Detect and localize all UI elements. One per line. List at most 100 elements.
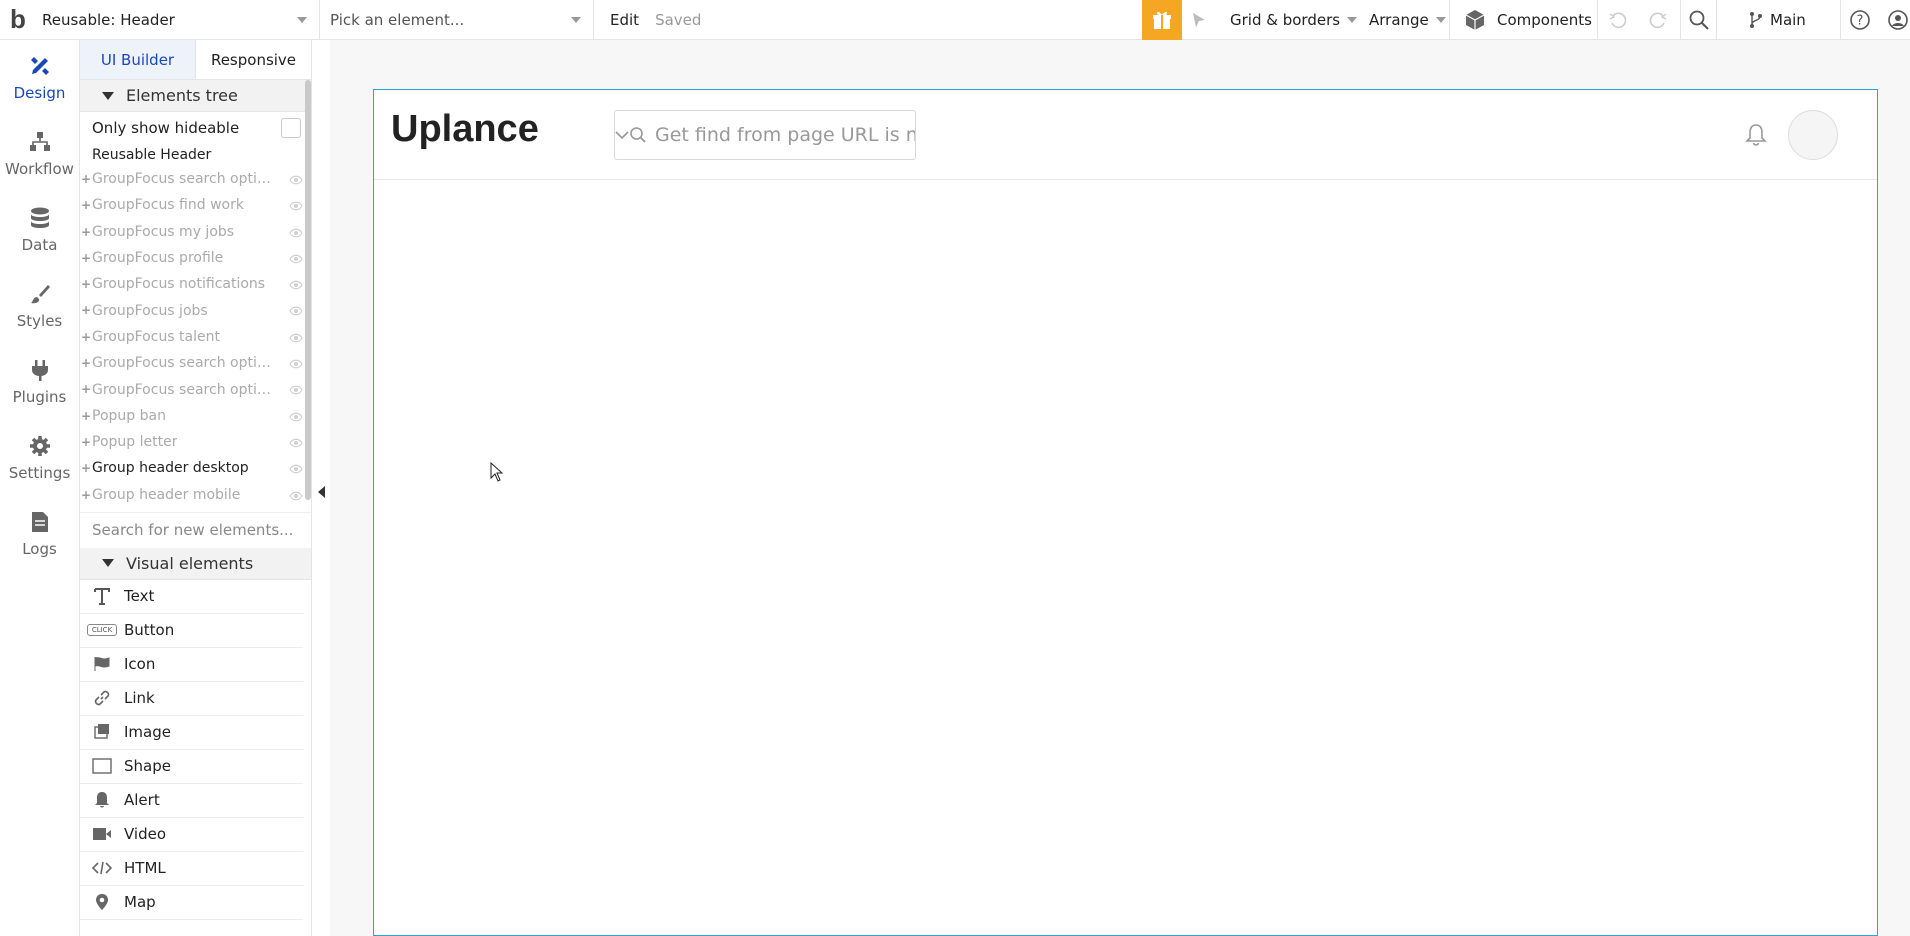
- brand-logo-text[interactable]: Uplance: [391, 108, 539, 151]
- nav-design-label: Design: [13, 84, 66, 102]
- help-button[interactable]: ?: [1849, 0, 1871, 40]
- only-hideable-row: Only show hideable: [80, 112, 311, 144]
- collapse-panel-icon[interactable]: [318, 486, 325, 498]
- reusable-header-element[interactable]: Uplance Get find from page URL is no: [373, 89, 1878, 936]
- components-button[interactable]: Components: [1463, 0, 1592, 40]
- tree-item-label: GroupFocus search option...: [92, 171, 277, 188]
- tree-root-item[interactable]: Reusable Header: [80, 144, 311, 166]
- nav-workflow-label: Workflow: [5, 160, 74, 178]
- tree-item[interactable]: + GroupFocus search option...: [80, 350, 311, 376]
- elements-tree-header[interactable]: Elements tree: [80, 80, 311, 112]
- tree-item[interactable]: + Group header mobile: [80, 482, 311, 508]
- expand-plus-icon[interactable]: +: [81, 172, 91, 186]
- edit-menu[interactable]: Edit: [600, 11, 649, 29]
- plug-icon: [31, 360, 48, 381]
- visual-element-button[interactable]: CLICK Button: [80, 614, 303, 648]
- eye-icon[interactable]: [289, 410, 303, 426]
- eye-icon[interactable]: [289, 199, 303, 215]
- eye-icon[interactable]: [289, 436, 303, 452]
- expand-plus-icon[interactable]: +: [81, 461, 91, 475]
- eye-icon[interactable]: [289, 331, 303, 347]
- element-picker-dropdown[interactable]: Pick an element...: [320, 0, 594, 40]
- expand-plus-icon[interactable]: +: [81, 330, 91, 344]
- page-selector-dropdown[interactable]: Reusable: Header: [36, 0, 320, 40]
- visual-element-alert[interactable]: Alert: [80, 784, 303, 818]
- gift-button[interactable]: [1142, 0, 1182, 40]
- chevron-down-icon: [571, 16, 581, 23]
- arrange-dropdown[interactable]: Arrange: [1369, 0, 1446, 40]
- tree-item-label: GroupFocus find work: [92, 197, 244, 214]
- expand-plus-icon[interactable]: +: [81, 488, 91, 502]
- expand-plus-icon[interactable]: +: [81, 356, 91, 370]
- eye-icon[interactable]: [289, 278, 303, 294]
- expand-plus-icon[interactable]: +: [81, 251, 91, 265]
- eye-icon[interactable]: [289, 383, 303, 399]
- eye-icon[interactable]: [289, 357, 303, 373]
- nav-settings[interactable]: Settings: [0, 420, 79, 496]
- header-search-input[interactable]: Get find from page URL is no: [614, 110, 916, 160]
- user-avatar-icon: [1888, 10, 1908, 30]
- nav-design[interactable]: Design: [0, 40, 79, 116]
- tree-item[interactable]: + GroupFocus find work: [80, 192, 311, 218]
- search-button[interactable]: [1688, 0, 1710, 40]
- bubble-logo[interactable]: b: [0, 0, 36, 40]
- tree-item[interactable]: + GroupFocus profile: [80, 245, 311, 271]
- nav-workflow[interactable]: Workflow: [0, 116, 79, 192]
- tab-responsive[interactable]: Responsive: [195, 40, 311, 79]
- visual-element-map[interactable]: Map: [80, 886, 303, 920]
- eye-icon[interactable]: [289, 489, 303, 505]
- eye-icon[interactable]: [289, 462, 303, 478]
- group-header-desktop[interactable]: Uplance Get find from page URL is no: [374, 90, 1877, 180]
- nav-plugins[interactable]: Plugins: [0, 344, 79, 420]
- expand-plus-icon[interactable]: +: [81, 435, 91, 449]
- visual-elements-header[interactable]: Visual elements: [80, 547, 311, 580]
- eye-icon[interactable]: [289, 173, 303, 189]
- nav-data[interactable]: Data: [0, 192, 79, 268]
- visual-elements-list: Text CLICK Button Icon Link Image Shape Alert Vi…: [80, 580, 311, 920]
- account-button[interactable]: [1887, 0, 1909, 40]
- expand-plus-icon[interactable]: +: [81, 198, 91, 212]
- expand-plus-icon[interactable]: +: [81, 382, 91, 396]
- only-hideable-checkbox[interactable]: [281, 118, 301, 138]
- branch-selector[interactable]: Main: [1748, 0, 1806, 40]
- eye-icon[interactable]: [289, 252, 303, 268]
- expand-plus-icon[interactable]: +: [81, 409, 91, 423]
- eye-icon[interactable]: [289, 304, 303, 320]
- tree-item[interactable]: + Group header desktop: [80, 455, 311, 481]
- tree-item[interactable]: + GroupFocus search option...: [80, 166, 311, 192]
- expand-plus-icon[interactable]: +: [81, 277, 91, 291]
- redo-button[interactable]: [1648, 0, 1668, 40]
- tree-item[interactable]: + Popup letter: [80, 429, 311, 455]
- visual-element-image[interactable]: Image: [80, 716, 303, 750]
- user-avatar[interactable]: [1788, 110, 1838, 160]
- visual-element-text[interactable]: Text: [80, 580, 303, 614]
- flag-icon: [80, 656, 124, 672]
- components-label: Components: [1497, 11, 1592, 29]
- nav-logs[interactable]: Logs: [0, 496, 79, 572]
- tab-ui-builder[interactable]: UI Builder: [80, 40, 195, 79]
- tree-item[interactable]: + GroupFocus search option...: [80, 376, 311, 402]
- help-icon: ?: [1850, 10, 1870, 30]
- tree-item[interactable]: + GroupFocus notifications: [80, 271, 311, 297]
- tree-item[interactable]: + GroupFocus my jobs: [80, 219, 311, 245]
- grid-borders-dropdown[interactable]: Grid & borders: [1230, 0, 1358, 40]
- collapse-triangle-icon: [102, 91, 114, 100]
- expand-plus-icon[interactable]: +: [81, 303, 91, 317]
- nav-styles[interactable]: Styles: [0, 268, 79, 344]
- visual-element-video[interactable]: Video: [80, 818, 303, 852]
- expand-plus-icon[interactable]: +: [81, 225, 91, 239]
- panel-scrollbar[interactable]: [305, 80, 311, 500]
- select-tool-button[interactable]: [1190, 0, 1208, 40]
- visual-element-link[interactable]: Link: [80, 682, 303, 716]
- undo-button[interactable]: [1608, 0, 1628, 40]
- visual-element-html[interactable]: HTML: [80, 852, 303, 886]
- tree-item[interactable]: + Popup ban: [80, 403, 311, 429]
- only-hideable-label: Only show hideable: [92, 119, 240, 137]
- eye-icon[interactable]: [289, 226, 303, 242]
- tree-item[interactable]: + GroupFocus jobs: [80, 297, 311, 323]
- visual-element-icon[interactable]: Icon: [80, 648, 303, 682]
- notification-bell[interactable]: [1744, 122, 1768, 152]
- search-new-elements-input[interactable]: Search for new elements...: [80, 511, 311, 548]
- tree-item[interactable]: + GroupFocus talent: [80, 324, 311, 350]
- visual-element-shape[interactable]: Shape: [80, 750, 303, 784]
